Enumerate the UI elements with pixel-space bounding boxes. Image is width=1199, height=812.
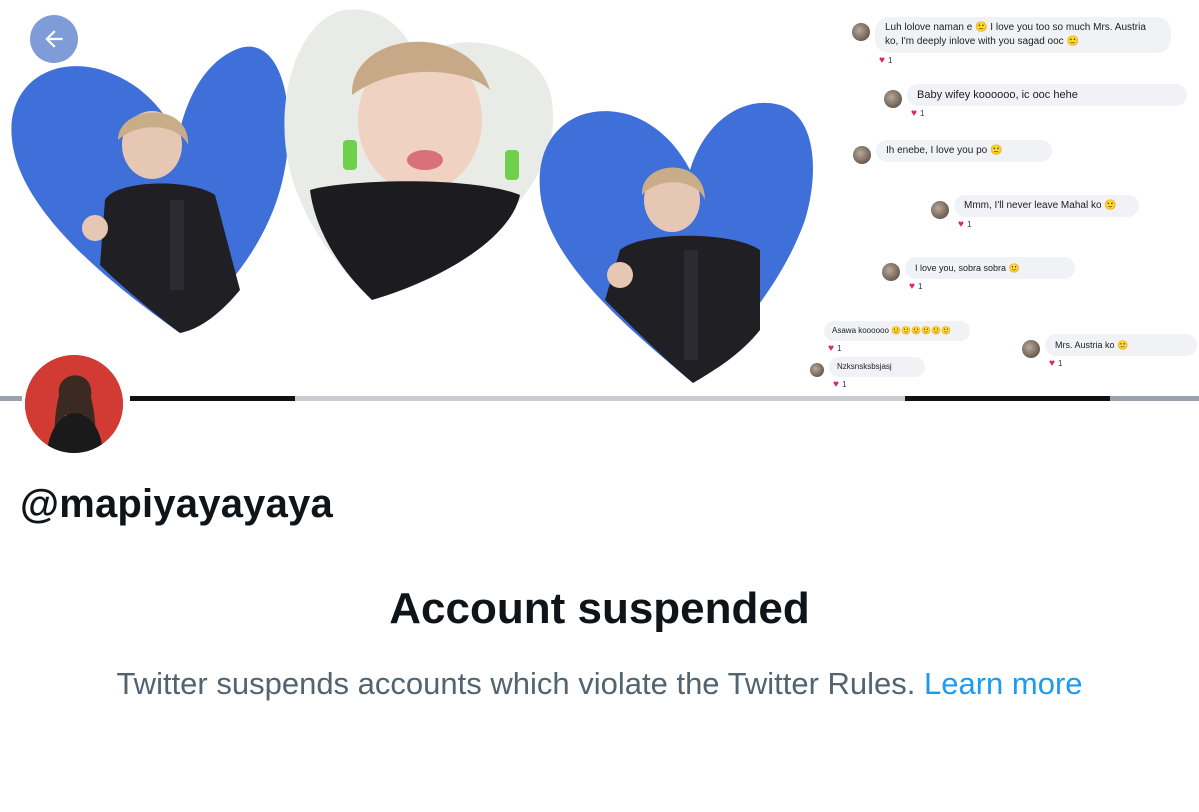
chat-avatar <box>1022 340 1040 358</box>
avatar-image <box>25 355 123 453</box>
chat-message: Mrs. Austria ko 🙂 ♥ 1 <box>1022 334 1197 369</box>
heart-icon: ♥ <box>879 55 885 66</box>
banner-hearts-image <box>11 9 813 383</box>
chat-reaction: ♥ 1 <box>909 281 923 292</box>
chat-message: Nzksnsksbsjasj ♥ 1 <box>810 357 925 390</box>
learn-more-link[interactable]: Learn more <box>924 666 1083 701</box>
chat-avatar <box>931 201 949 219</box>
chat-avatar <box>882 263 900 281</box>
chat-avatar <box>810 363 824 377</box>
heart-icon: ♥ <box>911 108 917 119</box>
chat-message: Baby wifey koooooo, ic ooc hehe ♥ 1 <box>884 84 1187 119</box>
avatar[interactable] <box>22 352 126 456</box>
heart-icon: ♥ <box>958 219 964 230</box>
chat-message: Asawa koooooo 🙂🙂🙂🙂🙂🙂 ♥ 1 <box>824 321 970 354</box>
chat-bubble: Baby wifey koooooo, ic ooc hehe <box>907 84 1187 106</box>
banner-divider <box>1110 396 1199 401</box>
suspension-message: Twitter suspends accounts which violate … <box>0 666 1199 702</box>
chat-bubble: Luh lolove naman e 🙂 I love you too so m… <box>875 17 1171 53</box>
heart-icon: ♥ <box>909 281 915 292</box>
heart-icon: ♥ <box>1049 358 1055 369</box>
chat-bubble: Mrs. Austria ko 🙂 <box>1045 334 1197 356</box>
arrow-left-icon <box>45 30 63 48</box>
chat-avatar <box>852 23 870 41</box>
heart-photo-middle <box>284 9 554 300</box>
chat-message: I love you, sobra sobra 🙂 ♥ 1 <box>882 257 1075 292</box>
chat-reaction: ♥ 1 <box>1049 358 1063 369</box>
chat-screenshot: Luh lolove naman e 🙂 I love you too so m… <box>800 0 1199 400</box>
banner-divider <box>130 396 295 401</box>
chat-reaction: ♥ 1 <box>958 219 972 230</box>
chat-avatar <box>884 90 902 108</box>
heart-photo-right <box>539 102 813 383</box>
chat-bubble: I love you, sobra sobra 🙂 <box>905 257 1075 279</box>
chat-bubble: Asawa koooooo 🙂🙂🙂🙂🙂🙂 <box>824 321 970 341</box>
banner-divider <box>905 396 1110 401</box>
chat-bubble: Mmm, I'll never leave Mahal ko 🙂 <box>954 195 1139 217</box>
banner-divider <box>0 396 22 401</box>
banner-divider <box>295 396 905 401</box>
chat-bubble: Nzksnsksbsjasj <box>829 357 925 377</box>
chat-reaction: ♥ 1 <box>911 108 925 119</box>
heart-icon: ♥ <box>828 343 834 354</box>
chat-reaction: ♥ 1 <box>879 55 893 66</box>
heart-icon: ♥ <box>833 379 839 390</box>
chat-reaction: ♥ 1 <box>828 343 842 354</box>
chat-reaction: ♥ 1 <box>833 379 847 390</box>
chat-avatar <box>853 146 871 164</box>
back-button[interactable] <box>30 15 78 63</box>
suspension-title: Account suspended <box>389 584 810 633</box>
profile-banner: Luh lolove naman e 🙂 I love you too so m… <box>0 0 1199 400</box>
chat-bubble: Ih enebe, I love you po 🙂 <box>876 140 1052 162</box>
heart-photo-left <box>11 46 289 334</box>
chat-message: Luh lolove naman e 🙂 I love you too so m… <box>852 17 1171 66</box>
profile-handle: @mapiyayayaya <box>20 482 333 526</box>
suspension-message-text: Twitter suspends accounts which violate … <box>116 666 916 701</box>
chat-message: Mmm, I'll never leave Mahal ko 🙂 ♥ 1 <box>931 195 1139 230</box>
chat-message: Ih enebe, I love you po 🙂 <box>853 140 1052 164</box>
